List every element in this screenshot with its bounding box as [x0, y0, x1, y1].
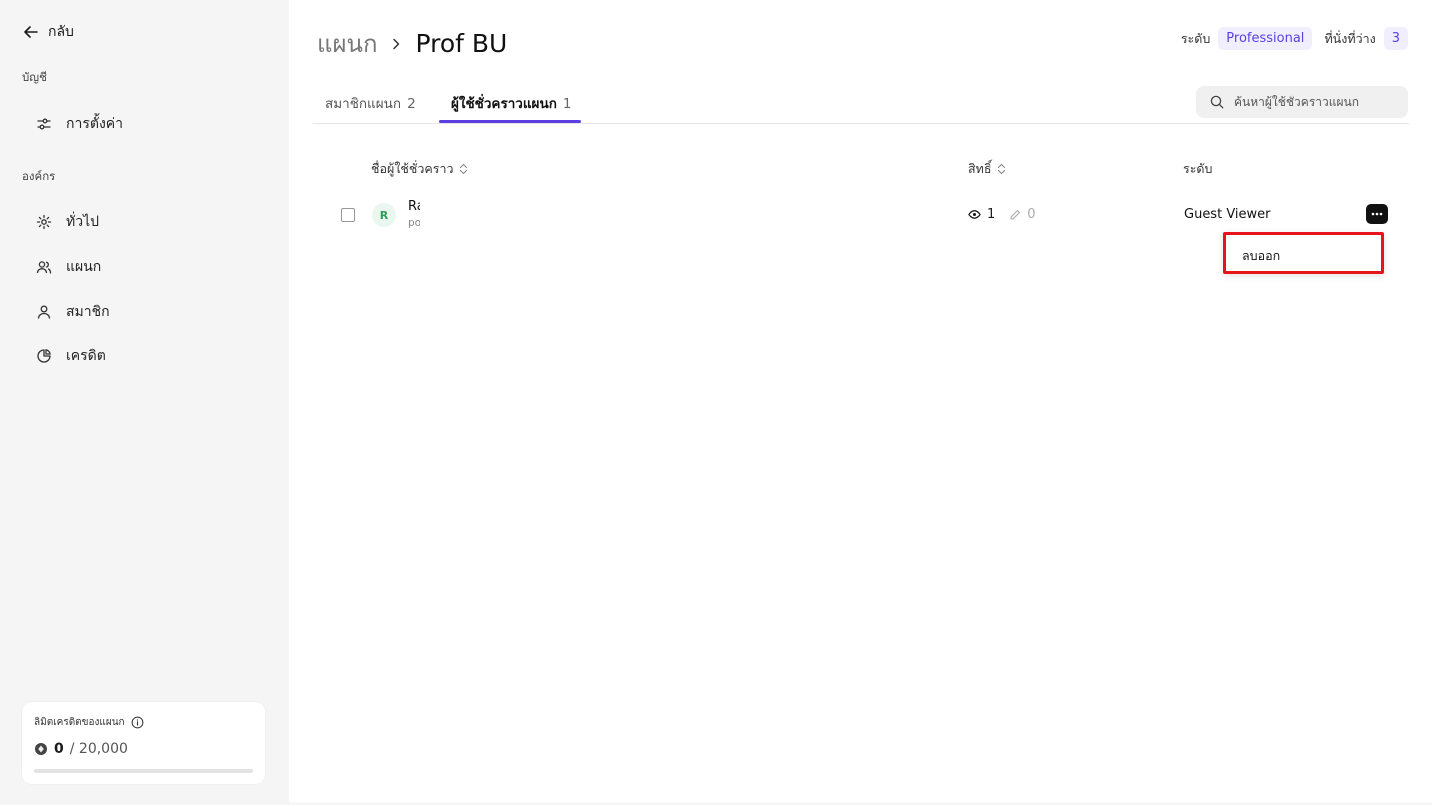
column-header-name[interactable]: ชื่อผู้ใช้ชั่วคราว: [371, 159, 468, 179]
level-badge: Professional: [1218, 27, 1313, 50]
tab-department-members[interactable]: สมาชิกแผนก 2: [325, 92, 416, 114]
tab-count: 1: [562, 96, 572, 112]
tab-label: สมาชิกแผนก: [325, 96, 402, 112]
bottom-edge: [289, 801, 1432, 805]
table-row[interactable]: R Ra po 1 0 Guest Viewer: [329, 195, 1419, 235]
row-action-menu: ลบออก: [1223, 232, 1384, 274]
tab-department-guests[interactable]: ผู้ใช้ชั่วคราวแผนก 1: [451, 92, 571, 114]
column-header-level: ระดับ: [1183, 159, 1212, 179]
sidebar-item-label: การตั้งค่า: [66, 116, 124, 132]
level-label: ระดับ: [1180, 30, 1211, 46]
credit-limit-card: ลิมิตเครดิตของแผนก 0 / 20,000: [22, 702, 265, 784]
info-icon[interactable]: [131, 716, 144, 729]
column-header-label: ชื่อผู้ใช้ชั่วคราว: [371, 161, 454, 176]
sidebar-item-label: แผนก: [66, 259, 102, 275]
sidebar-item-label: เครดิต: [66, 348, 106, 364]
guest-name: Ra: [408, 199, 420, 214]
row-more-button[interactable]: [1366, 204, 1388, 224]
main-content: แผนก Prof BU ระดับ Professional ที่นั่งท…: [289, 0, 1432, 805]
credit-title: ลิมิตเครดิตของแผนก: [34, 715, 144, 730]
credit-total: / 20,000: [69, 741, 128, 757]
seats-badge: 3: [1383, 27, 1408, 50]
level-info: ระดับ Professional ที่นั่งที่ว่าง 3: [1181, 27, 1408, 50]
active-tab-indicator: [439, 120, 581, 123]
seats-label: ที่นั่งที่ว่าง: [1324, 30, 1376, 46]
menu-item-remove[interactable]: ลบออก: [1242, 246, 1280, 266]
sidebar-item-general[interactable]: ทั่วไป: [36, 211, 99, 233]
guest-email: po: [408, 217, 420, 229]
org-section-label: องค์กร: [22, 169, 56, 183]
row-checkbox[interactable]: [341, 208, 355, 222]
sidebar-item-settings[interactable]: การตั้งค่า: [36, 113, 123, 135]
account-section-label: บัญชี: [22, 70, 47, 84]
sidebar-item-departments[interactable]: แผนก: [36, 256, 101, 278]
sidebar-item-members[interactable]: สมาชิก: [36, 301, 110, 323]
credit-used: 0: [54, 741, 64, 757]
users-icon: [36, 261, 52, 274]
pie-chart-icon: [37, 349, 51, 363]
sidebar-item-label: ทั่วไป: [66, 214, 100, 230]
search-input[interactable]: [1234, 95, 1394, 109]
guest-level: Guest Viewer: [1184, 207, 1271, 222]
tab-count: 2: [407, 96, 416, 112]
avatar: R: [372, 203, 396, 227]
breadcrumb: แผนก Prof BU: [317, 24, 507, 63]
eye-icon: [968, 210, 981, 219]
sort-icon: [459, 163, 467, 175]
credit-value: 0 / 20,000: [34, 741, 128, 757]
sidebar-item-label: สมาชิก: [66, 304, 110, 320]
sliders-icon: [37, 118, 51, 130]
pencil-icon: [1010, 209, 1021, 220]
edit-permission: 0: [1009, 207, 1036, 222]
coin-icon: [35, 743, 47, 755]
back-button[interactable]: กลับ: [22, 21, 74, 43]
page-title: Prof BU: [415, 29, 508, 58]
column-header-label: สิทธิ์: [968, 161, 992, 176]
breadcrumb-parent[interactable]: แผนก: [317, 24, 377, 63]
more-horizontal-icon: [1371, 212, 1383, 216]
sidebar-item-credits[interactable]: เครดิต: [36, 345, 106, 367]
credit-progress-bar: [34, 769, 253, 773]
column-header-permission[interactable]: สิทธิ์: [968, 159, 1006, 179]
gear-icon: [36, 214, 52, 230]
back-label: กลับ: [48, 24, 74, 40]
credit-title-text: ลิมิตเครดิตของแผนก: [34, 717, 125, 728]
sidebar: กลับ บัญชี การตั้งค่า องค์กร ทั่วไป แผนก…: [0, 0, 289, 805]
chevron-right-icon: [393, 38, 400, 49]
tab-label: ผู้ใช้ชั่วคราวแผนก: [451, 96, 557, 112]
column-header-label: ระดับ: [1183, 161, 1213, 176]
user-icon: [37, 305, 51, 319]
sort-icon: [997, 163, 1005, 175]
view-count: 1: [987, 207, 996, 222]
edit-count: 0: [1027, 207, 1036, 222]
arrow-left-icon: [24, 26, 38, 38]
search-box[interactable]: [1196, 86, 1408, 118]
search-icon: [1210, 95, 1224, 109]
permission-cell: 1 0: [968, 207, 1036, 222]
